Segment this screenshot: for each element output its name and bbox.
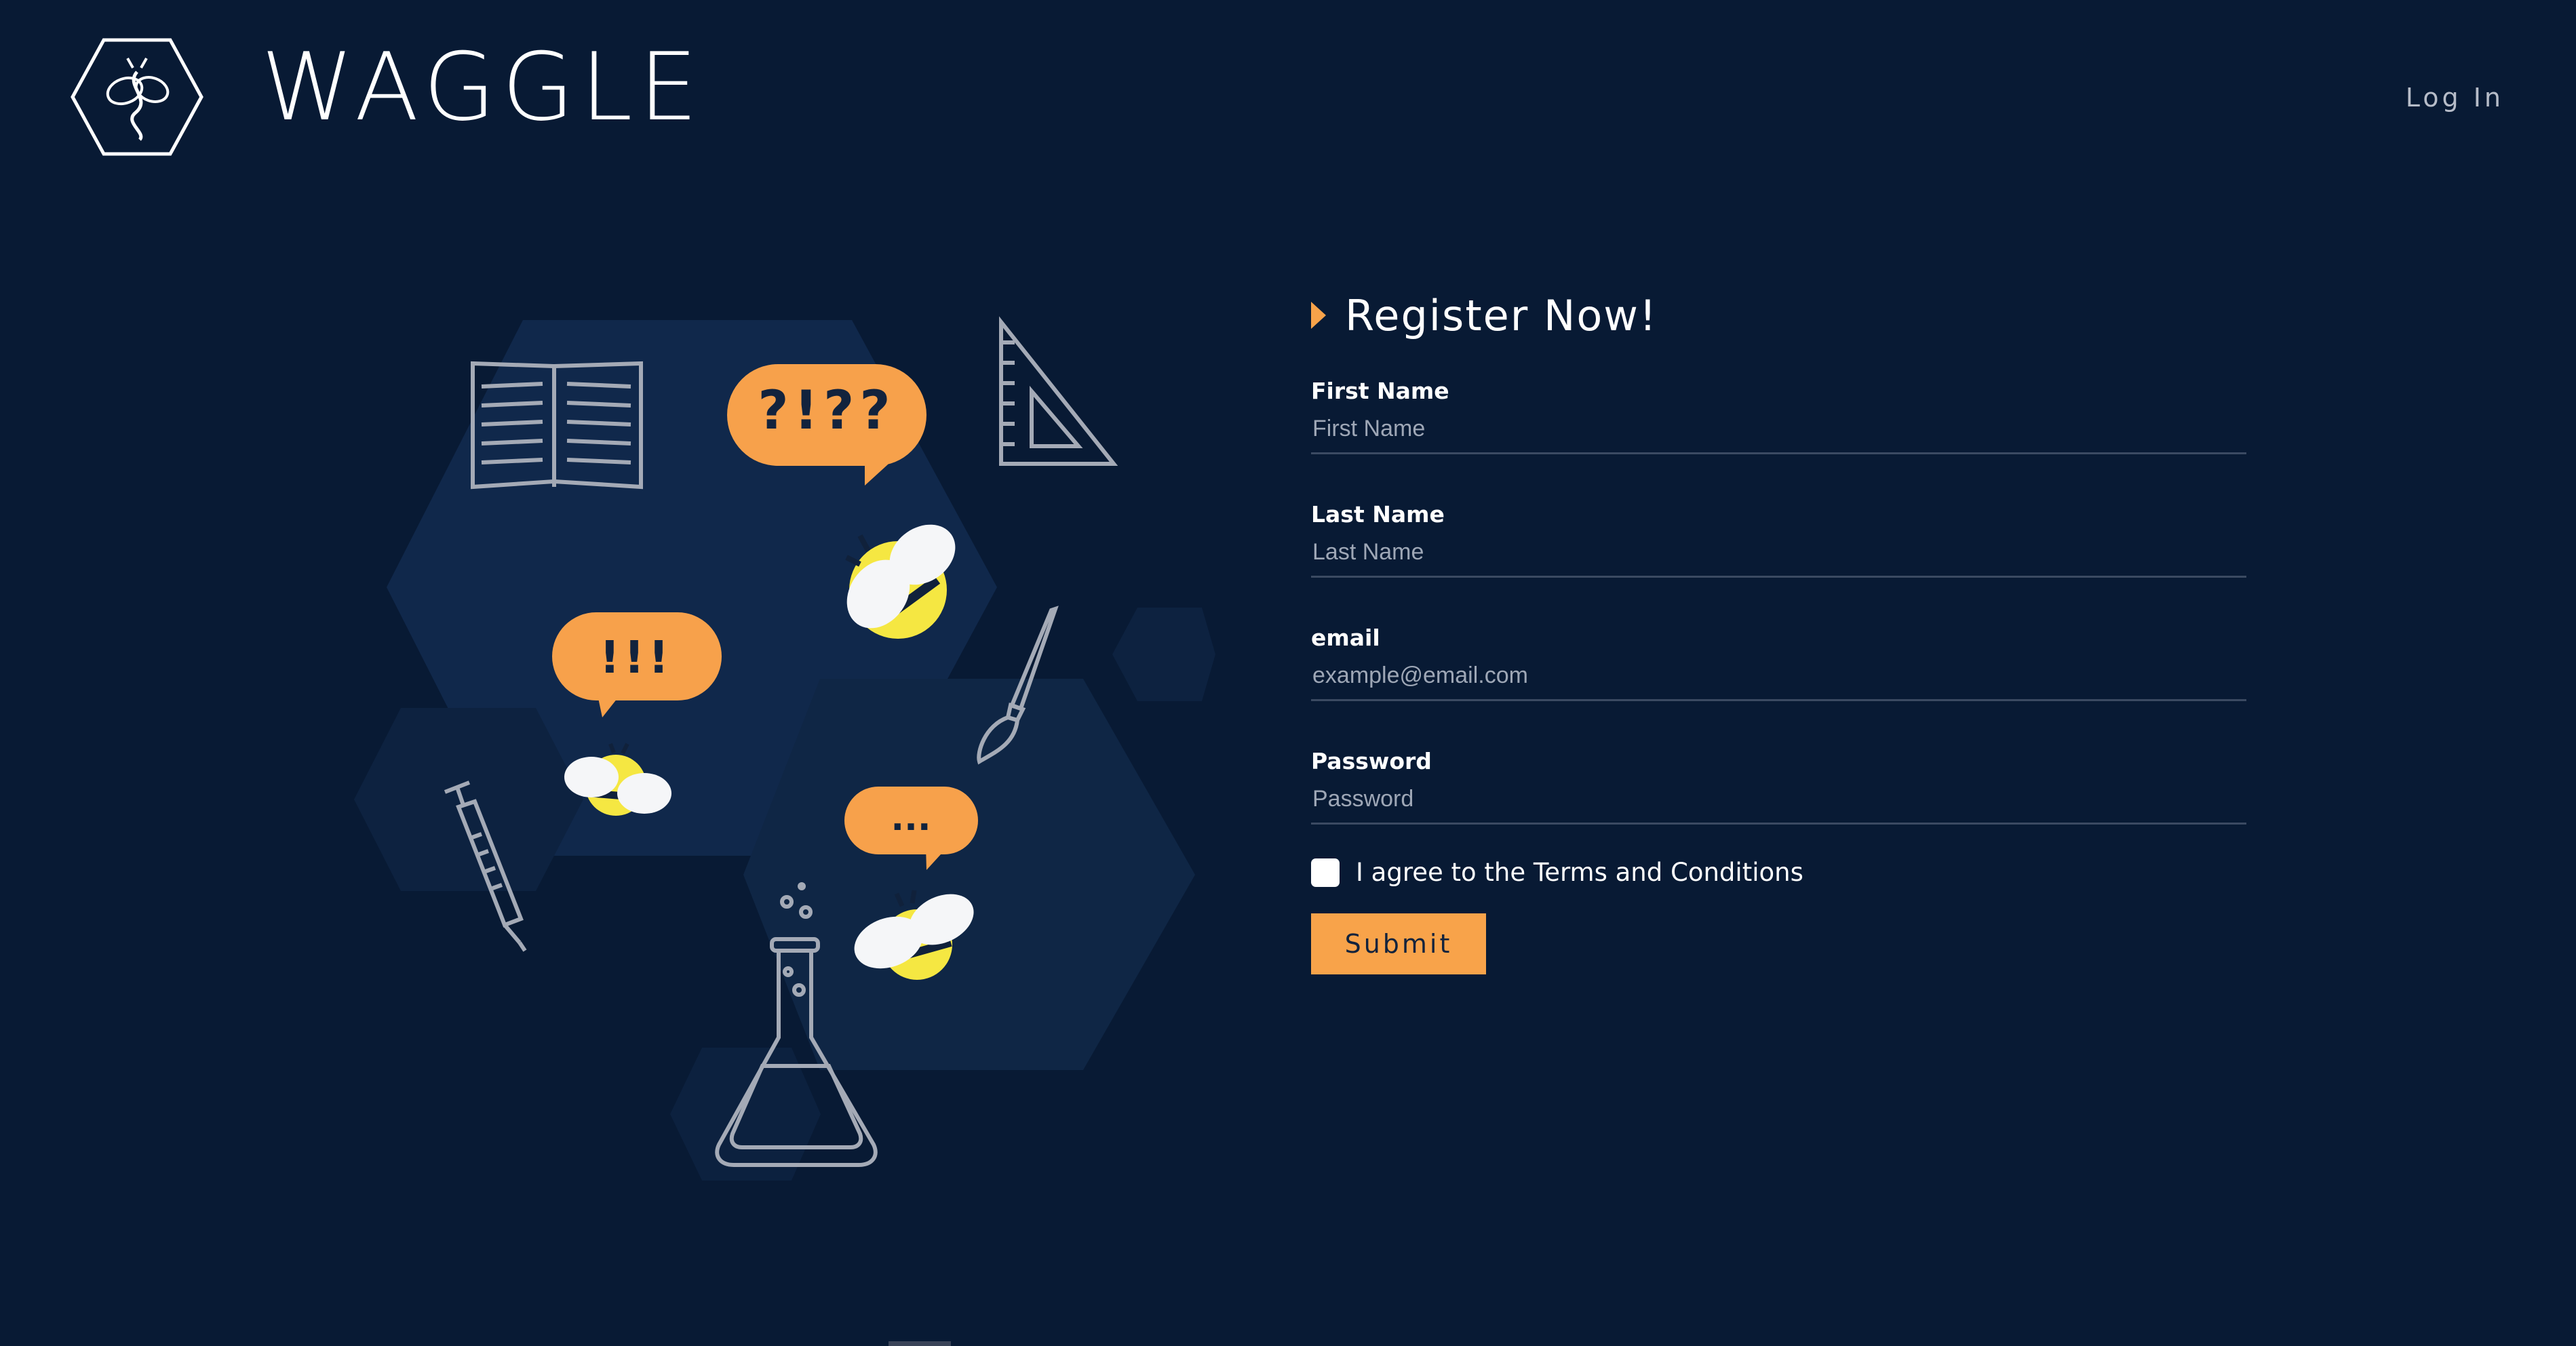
first-name-label: First Name [1311,378,1449,404]
email-input[interactable] [1311,652,2246,701]
first-name-field: First Name [1311,344,2246,467]
bubble-text: ... [891,798,931,839]
email-field: email [1311,591,2246,714]
email-label: email [1311,625,1380,651]
set-square-icon [999,316,1118,466]
scroll-indicator [889,1341,951,1346]
form-title-text: Register Now! [1345,290,1658,340]
password-input[interactable] [1311,775,2246,825]
terms-label[interactable]: I agree to the Terms and Conditions [1356,858,1803,887]
last-name-field: Last Name [1311,467,2246,591]
submit-button[interactable]: Submit [1311,913,1486,974]
hexagon-shape [1112,608,1215,701]
last-name-input[interactable] [1311,528,2246,578]
last-name-label: Last Name [1311,501,1445,528]
form-title: Register Now! [1311,285,2244,346]
password-field: Password [1311,714,2246,837]
bubble-text: !!! [600,631,673,684]
caret-right-icon [1311,302,1326,329]
terms-checkbox[interactable] [1311,858,1340,887]
first-name-input[interactable] [1311,405,2246,454]
register-form: Register Now! First Name Last Name email… [1311,285,2246,837]
hero-illustration: ?!?? !!! ... [354,316,1215,1181]
hexagon-shape [354,708,583,891]
terms-row: I agree to the Terms and Conditions [1311,858,1803,887]
login-link[interactable]: Log In [2406,83,2504,113]
bubble-text: ?!?? [758,380,895,441]
password-label: Password [1311,748,1432,774]
